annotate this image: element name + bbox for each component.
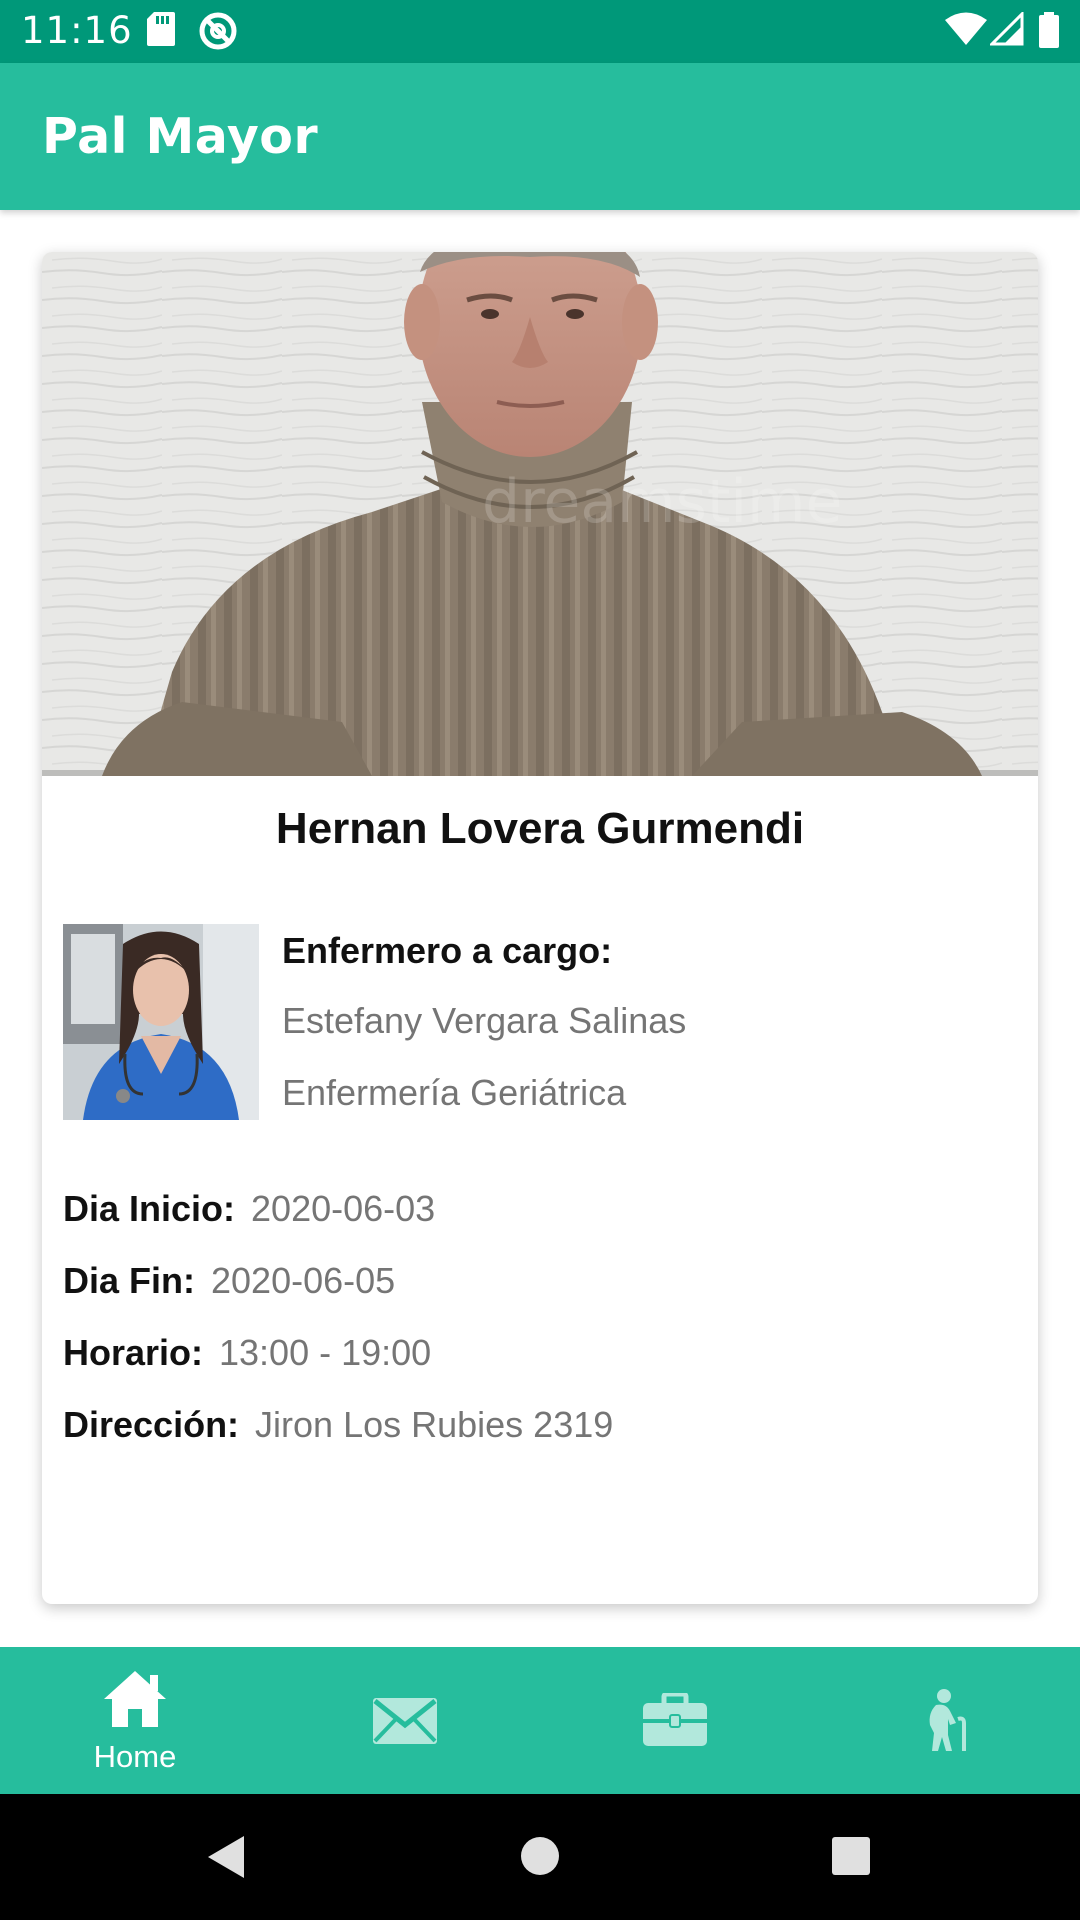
detail-value: 2020-06-03 — [251, 1188, 436, 1229]
wifi-icon — [945, 12, 987, 45]
detail-value: Jiron Los Rubies 2319 — [255, 1404, 614, 1445]
detail-value: 13:00 - 19:00 — [219, 1332, 432, 1373]
nurse-photo — [63, 924, 259, 1120]
briefcase-icon — [643, 1693, 707, 1746]
signal-icon — [990, 12, 1024, 46]
back-icon[interactable] — [206, 1834, 246, 1880]
battery-icon — [1039, 12, 1059, 48]
at-sign-icon — [199, 12, 237, 50]
elder-photo: dreamstime — [42, 252, 1038, 776]
app-title: Pal Mayor — [42, 108, 319, 165]
sd-card-icon — [147, 12, 175, 46]
app-bar: Pal Mayor — [0, 63, 1080, 210]
bottom-navigation: Home — [0, 1647, 1080, 1794]
detail-end-date: Dia Fin: 2020-06-05 — [63, 1260, 395, 1302]
mail-icon — [373, 1698, 437, 1744]
elder-name: Hernan Lovera Gurmendi — [275, 804, 805, 853]
nav-services[interactable] — [540, 1647, 810, 1794]
nav-messages[interactable] — [270, 1647, 540, 1794]
detail-address: Dirección: Jiron Los Rubies 2319 — [63, 1404, 613, 1446]
elder-card[interactable]: dreamstime Hernan Lovera Gurmendi Enferm… — [42, 252, 1038, 1604]
detail-label: Dirección: — [63, 1404, 240, 1445]
nav-home[interactable]: Home — [0, 1647, 270, 1794]
system-navigation-bar — [0, 1794, 1080, 1920]
nurse-heading: Enfermero a cargo: — [282, 930, 613, 971]
nav-elderly[interactable] — [810, 1647, 1080, 1794]
status-bar: 11:16 — [0, 0, 1080, 63]
home-icon — [104, 1671, 166, 1727]
detail-start-date: Dia Inicio: 2020-06-03 — [63, 1188, 435, 1230]
elderly-person-icon — [929, 1689, 966, 1751]
status-time: 11:16 — [21, 9, 133, 52]
watermark: dreamstime — [482, 467, 842, 537]
detail-schedule: Horario: 13:00 - 19:00 — [63, 1332, 431, 1374]
home-circle-icon[interactable] — [520, 1836, 560, 1876]
detail-label: Horario: — [63, 1332, 204, 1373]
detail-value: 2020-06-05 — [211, 1260, 396, 1301]
detail-label: Dia Fin: — [63, 1260, 195, 1301]
detail-label: Dia Inicio: — [63, 1188, 236, 1229]
nurse-specialty: Enfermería Geriátrica — [282, 1072, 627, 1113]
recents-icon[interactable] — [831, 1836, 871, 1876]
nav-home-label: Home — [93, 1739, 177, 1774]
nurse-name: Estefany Vergara Salinas — [282, 1000, 687, 1041]
